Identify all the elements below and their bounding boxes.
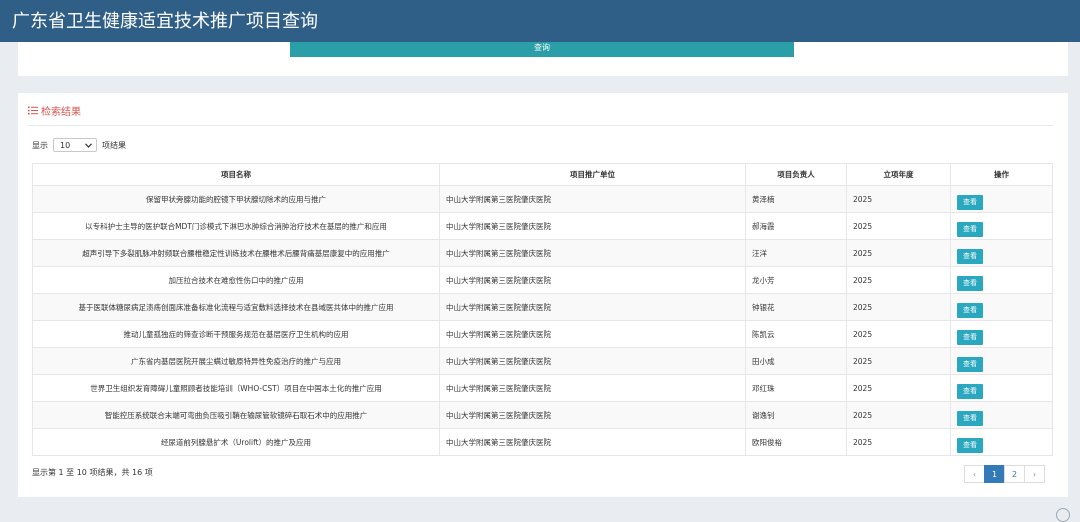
divider: [28, 125, 1053, 126]
project-name-cell: 智能控压系统联合末端可弯曲负压吸引鞘在输尿管软镜碎石取石术中的应用推广: [32, 401, 440, 429]
action-cell: 查看: [950, 293, 1053, 321]
page-title: 广东省卫生健康适宜技术推广项目查询: [12, 11, 318, 32]
col-header-name[interactable]: 项目名称: [32, 163, 440, 186]
unit-cell: 中山大学附属第三医院肇庆医院: [439, 185, 746, 213]
leader-cell: 邓红珠: [745, 374, 847, 402]
chevron-down-icon: [85, 142, 92, 148]
table-row: 加压拉合技术在难愈性伤口中的推广应用 中山大学附属第三医院肇庆医院 龙小芳 2025 查…: [32, 266, 1053, 294]
year-cell: 2025: [846, 428, 951, 456]
page-length-select[interactable]: 10: [53, 138, 97, 152]
prev-page-button[interactable]: ‹: [964, 465, 985, 483]
year-cell: 2025: [846, 347, 951, 375]
table-row: 保留甲状旁腺功能的腔镜下甲状腺切除术的应用与推广 中山大学附属第三医院肇庆医院 黄泽…: [32, 185, 1053, 213]
col-header-unit[interactable]: 项目推广单位: [439, 163, 746, 186]
project-name-cell: 加压拉合技术在难愈性伤口中的推广应用: [32, 266, 440, 294]
project-name-cell: 推动儿童孤独症的筛查诊断干预服务规范在基层医疗卫生机构的应用: [32, 320, 440, 348]
view-button[interactable]: 查看: [957, 383, 983, 399]
app-header: 广东省卫生健康适宜技术推广项目查询: [0, 0, 1080, 42]
leader-cell: 谢逸钊: [745, 401, 847, 429]
project-name-cell: 保留甲状旁腺功能的腔镜下甲状腺切除术的应用与推广: [32, 185, 440, 213]
table-row: 经尿道前列腺悬扩术（Urolift）的推广及应用 中山大学附属第三医院肇庆医院 欧阳…: [32, 428, 1053, 456]
unit-cell: 中山大学附属第三医院肇庆医院: [439, 401, 746, 429]
action-cell: 查看: [950, 239, 1053, 267]
year-cell: 2025: [846, 374, 951, 402]
col-header-year[interactable]: 立项年度: [846, 163, 951, 186]
table-row: 智能控压系统联合末端可弯曲负压吸引鞘在输尿管软镜碎石取石术中的应用推广 中山大学附…: [32, 401, 1053, 429]
project-name-cell: 广东省内基层医院开展尘螨过敏原特异性免疫治疗的推广与应用: [32, 347, 440, 375]
next-page-button[interactable]: ›: [1024, 465, 1045, 483]
leader-cell: 龙小芳: [745, 266, 847, 294]
year-cell: 2025: [846, 401, 951, 429]
view-button[interactable]: 查看: [957, 275, 983, 291]
length-prefix-label: 显示: [32, 140, 48, 150]
action-cell: 查看: [950, 347, 1053, 375]
view-button[interactable]: 查看: [957, 356, 983, 372]
action-cell: 查看: [950, 212, 1053, 240]
scroll-top-icon[interactable]: [1056, 508, 1070, 522]
year-cell: 2025: [846, 185, 951, 213]
table-info: 显示第 1 至 10 项结果，共 16 项: [32, 468, 153, 477]
view-button[interactable]: 查看: [957, 302, 983, 318]
leader-cell: 郝海霞: [745, 212, 847, 240]
table-row: 世界卫生组织发育障碍儿童照顾者技能培训（WHO-CST）项目在中国本土化的推广应…: [32, 374, 1053, 402]
col-header-action: 操作: [950, 163, 1053, 186]
view-button[interactable]: 查看: [957, 221, 983, 237]
year-cell: 2025: [846, 293, 951, 321]
unit-cell: 中山大学附属第三医院肇庆医院: [439, 239, 746, 267]
results-table: 项目名称 项目推广单位 项目负责人 立项年度 操作 保留甲状旁腺功能的腔镜下甲状…: [32, 163, 1053, 456]
leader-cell: 钟银花: [745, 293, 847, 321]
view-button[interactable]: 查看: [957, 437, 983, 453]
table-row: 基于医联体糖尿病足溃疡创面床准备标准化流程与适宜敷料选择技术在县域医共体中的推广…: [32, 293, 1053, 321]
table-row: 推动儿童孤独症的筛查诊断干预服务规范在基层医疗卫生机构的应用 中山大学附属第三医院…: [32, 320, 1053, 348]
unit-cell: 中山大学附属第三医院肇庆医院: [439, 266, 746, 294]
unit-cell: 中山大学附属第三医院肇庆医院: [439, 212, 746, 240]
year-cell: 2025: [846, 266, 951, 294]
project-name-cell: 基于医联体糖尿病足溃疡创面床准备标准化流程与适宜敷料选择技术在县域医共体中的推广…: [32, 293, 440, 321]
project-name-cell: 以专科护士主导的医护联合MDT门诊模式下淋巴水肿综合消肿治疗技术在基层的推广和应…: [32, 212, 440, 240]
results-heading: 检索结果: [28, 103, 81, 118]
unit-cell: 中山大学附属第三医院肇庆医院: [439, 347, 746, 375]
view-button[interactable]: 查看: [957, 248, 983, 264]
page-length-control: 显示 10 项结果: [32, 138, 126, 152]
year-cell: 2025: [846, 320, 951, 348]
view-button[interactable]: 查看: [957, 194, 983, 210]
leader-cell: 田小成: [745, 347, 847, 375]
pagination: ‹ 1 2 ›: [964, 465, 1045, 483]
unit-cell: 中山大学附属第三医院肇庆医院: [439, 320, 746, 348]
action-cell: 查看: [950, 428, 1053, 456]
view-button[interactable]: 查看: [957, 410, 983, 426]
year-cell: 2025: [846, 239, 951, 267]
leader-cell: 汪洋: [745, 239, 847, 267]
leader-cell: 陈凯云: [745, 320, 847, 348]
results-panel: 检索结果 显示 10 项结果 项目名称 项目推广单位 项目负责人 立项年度 操作…: [18, 93, 1068, 497]
page-length-value: 10: [60, 140, 71, 150]
view-button[interactable]: 查看: [957, 329, 983, 345]
search-panel: 查询: [18, 42, 1068, 76]
leader-cell: 欧阳俊裕: [745, 428, 847, 456]
unit-cell: 中山大学附属第三医院肇庆医院: [439, 374, 746, 402]
project-name-cell: 超声引导下多裂肌脉冲射频联合腰椎稳定性训练技术在腰椎术后腰背痛基层康复中的应用推…: [32, 239, 440, 267]
unit-cell: 中山大学附属第三医院肇庆医院: [439, 293, 746, 321]
table-row: 广东省内基层医院开展尘螨过敏原特异性免疫治疗的推广与应用 中山大学附属第三医院肇庆…: [32, 347, 1053, 375]
page-1-button[interactable]: 1: [984, 465, 1005, 483]
col-header-leader[interactable]: 项目负责人: [745, 163, 847, 186]
results-title: 检索结果: [41, 107, 81, 118]
list-icon: [28, 106, 38, 115]
table-row: 以专科护士主导的医护联合MDT门诊模式下淋巴水肿综合消肿治疗技术在基层的推广和应…: [32, 212, 1053, 240]
action-cell: 查看: [950, 185, 1053, 213]
table-row: 超声引导下多裂肌脉冲射频联合腰椎稳定性训练技术在腰椎术后腰背痛基层康复中的应用推…: [32, 239, 1053, 267]
page-2-button[interactable]: 2: [1004, 465, 1025, 483]
project-name-cell: 世界卫生组织发育障碍儿童照顾者技能培训（WHO-CST）项目在中国本土化的推广应…: [32, 374, 440, 402]
project-name-cell: 经尿道前列腺悬扩术（Urolift）的推广及应用: [32, 428, 440, 456]
length-suffix-label: 项结果: [102, 140, 126, 150]
action-cell: 查看: [950, 401, 1053, 429]
year-cell: 2025: [846, 212, 951, 240]
table-header-row: 项目名称 项目推广单位 项目负责人 立项年度 操作: [32, 163, 1053, 186]
action-cell: 查看: [950, 374, 1053, 402]
unit-cell: 中山大学附属第三医院肇庆医院: [439, 428, 746, 456]
leader-cell: 黄泽楠: [745, 185, 847, 213]
action-cell: 查看: [950, 266, 1053, 294]
action-cell: 查看: [950, 320, 1053, 348]
search-button[interactable]: 查询: [290, 42, 794, 57]
